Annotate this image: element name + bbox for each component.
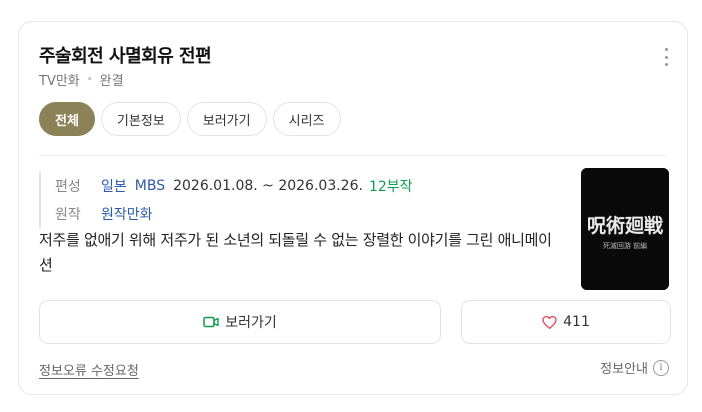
episode-count: 12부작 <box>368 179 413 195</box>
network-link[interactable]: MBS <box>135 178 165 194</box>
like-count: 411 <box>563 314 590 330</box>
country-link[interactable]: 일본 <box>101 176 127 196</box>
tab-basic-info[interactable]: 기본정보 <box>100 102 181 136</box>
more-options-icon[interactable] <box>659 48 673 66</box>
original-link[interactable]: 원작만화 <box>101 204 153 224</box>
subtitle: TV만화 • 완결 <box>39 70 124 89</box>
content-card: 주술회전 사멸회유 전편 TV만화 • 완결 전체 기본정보 보러가기 시리즈 … <box>18 21 688 395</box>
broadcast-row: 편성 일본 MBS 2026.01.08. ~ 2026.03.26. 12부작 <box>55 172 413 200</box>
broadcast-label: 편성 <box>55 179 81 195</box>
tab-watch[interactable]: 보러가기 <box>186 102 267 136</box>
heart-icon <box>542 315 557 329</box>
info-block: 편성 일본 MBS 2026.01.08. ~ 2026.03.26. 12부작… <box>39 172 413 228</box>
poster-art: 呪術廻戦 死滅回游 前編 <box>581 168 669 290</box>
broadcast-period: 2026.01.08. ~ 2026.03.26. <box>173 178 363 194</box>
tab-all[interactable]: 전체 <box>39 102 95 136</box>
info-icon: i <box>653 359 669 376</box>
description: 저주를 없애기 위해 저주가 된 소년의 되돌릴 수 없는 장렬한 이야기를 그… <box>39 231 552 274</box>
watch-button-label: 보러가기 <box>225 315 277 331</box>
original-row: 원작 원작만화 <box>55 200 413 228</box>
report-error-link[interactable]: 정보오류 수정요청 <box>39 360 139 379</box>
page-title: 주술회전 사멸회유 전편 <box>39 46 212 67</box>
tab-series[interactable]: 시리즈 <box>272 102 341 136</box>
divider <box>39 155 667 156</box>
category-text: TV만화 <box>39 74 80 89</box>
poster-title: 呪術廻戦 <box>587 214 663 237</box>
info-guide[interactable]: 정보안내 i <box>600 358 669 377</box>
watch-button[interactable]: 보러가기 <box>39 300 441 344</box>
poster-image[interactable]: 呪術廻戦 死滅回游 前編 <box>581 168 669 290</box>
separator-dot: • <box>86 74 93 85</box>
like-button[interactable]: 411 <box>461 300 671 344</box>
poster-subtitle: 死滅回游 前編 <box>603 241 647 250</box>
original-label: 원작 <box>55 207 81 223</box>
video-camera-icon <box>203 316 219 328</box>
tab-bar: 전체 기본정보 보러가기 시리즈 <box>39 102 347 136</box>
info-guide-label: 정보안내 <box>600 362 648 377</box>
status-text: 완결 <box>99 74 124 89</box>
